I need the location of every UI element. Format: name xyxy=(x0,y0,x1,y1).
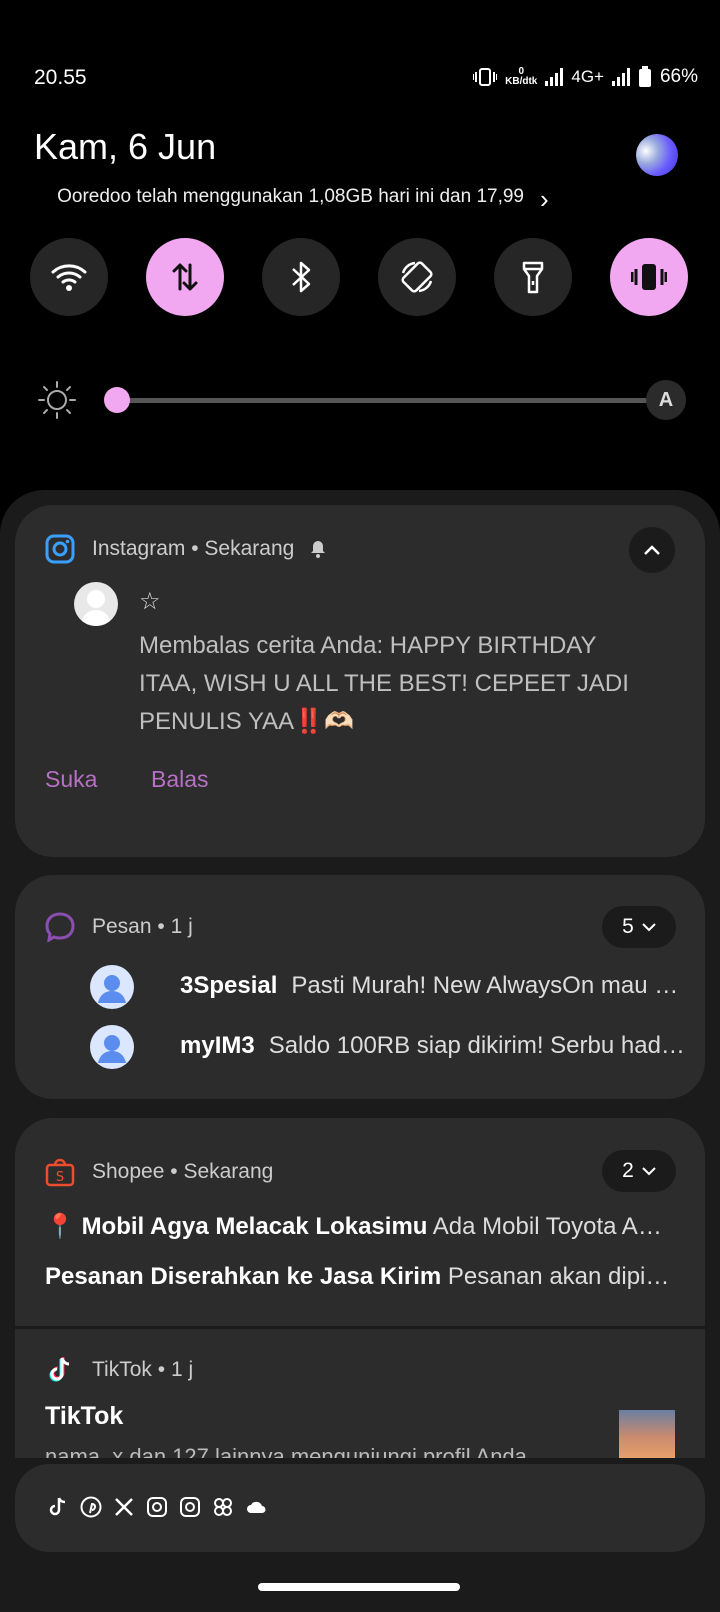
battery-percent: 66% xyxy=(659,66,698,87)
sender-name: 3Spesial xyxy=(180,972,278,999)
brightness-slider-thumb[interactable] xyxy=(103,387,130,413)
network-type: 4G+ xyxy=(571,67,604,86)
notification-count-button[interactable]: 2 xyxy=(602,1150,676,1192)
rotate-icon xyxy=(401,261,433,293)
bixby-orb-icon[interactable] xyxy=(629,127,685,183)
shopee-bag-icon: S xyxy=(45,1158,75,1187)
app-icon-row xyxy=(47,1496,267,1518)
auto-brightness-button[interactable]: A xyxy=(646,380,686,420)
app-name: Pesan xyxy=(92,915,152,938)
pin-icon: 📍 xyxy=(45,1213,75,1240)
chevron-right-icon[interactable]: › xyxy=(540,184,549,215)
notification-count: 5 xyxy=(622,915,634,938)
shopee-header: Shopee • Sekarang xyxy=(92,1160,274,1183)
sender-name: myIM3 xyxy=(180,1032,255,1059)
notification-count: 2 xyxy=(622,1159,634,1182)
list-item[interactable]: myIM3 Saldo 100RB siap dikirim! Serbu had… xyxy=(180,1032,685,1060)
message-preview: Pasti Murah! New AlwaysOn mau kuota besa… xyxy=(291,972,685,999)
auto-rotate-toggle[interactable] xyxy=(378,238,456,316)
chevron-down-icon xyxy=(642,1167,656,1176)
chevron-up-icon xyxy=(644,545,660,555)
alert-bell-icon xyxy=(311,541,326,559)
avatar xyxy=(90,965,134,1009)
net-speed: 0 KB/dtk xyxy=(505,66,538,87)
reply-button[interactable]: Balas xyxy=(151,766,209,793)
divider xyxy=(15,1326,705,1329)
avatar xyxy=(90,1025,134,1069)
instagram-icon xyxy=(45,534,75,564)
notification-text: nama_x dan 127 lainnya mengunjungi profi… xyxy=(45,1444,527,1458)
bluetooth-toggle[interactable] xyxy=(262,238,340,316)
tiktok-notification[interactable]: TikTok • 1 j TikTok nama_x dan 127 lainn… xyxy=(15,1330,705,1458)
collapse-button[interactable] xyxy=(629,527,675,573)
brightness-control: A xyxy=(38,379,688,423)
app-name: TikTok xyxy=(92,1358,152,1381)
pinterest-icon xyxy=(80,1496,102,1518)
pinwheel-icon xyxy=(214,1498,232,1516)
message-preview: Saldo 100RB siap dikirim! Serbu hadiahny… xyxy=(268,1032,685,1059)
chevron-down-icon xyxy=(642,923,656,932)
sender-name: ☆ xyxy=(139,588,161,615)
home-indicator[interactable] xyxy=(258,1583,460,1591)
instagram-icon xyxy=(147,1497,167,1517)
brightness-sun-icon xyxy=(38,381,76,419)
mobile-data-toggle[interactable] xyxy=(146,238,224,316)
instagram-notification[interactable]: Instagram • Sekarang ☆ Membalas cerita A… xyxy=(15,505,705,857)
wifi-icon xyxy=(51,264,87,291)
tiktok-icon xyxy=(49,1357,70,1382)
messages-notification[interactable]: Pesan • 1 j 5 3Spesial Pasti Murah! New A… xyxy=(15,875,705,1099)
notification-time: 1 j xyxy=(170,915,193,938)
shopee-notification[interactable]: S Shopee • Sekarang 2 📍 Mobil Agya Melac… xyxy=(15,1118,705,1328)
messages-icon xyxy=(45,912,75,942)
notification-time: Sekarang xyxy=(204,537,295,560)
flashlight-icon xyxy=(522,261,544,294)
x-icon xyxy=(115,1498,133,1516)
svg-text:S: S xyxy=(56,1170,64,1185)
brightness-slider[interactable] xyxy=(106,398,650,403)
notification-time: Sekarang xyxy=(183,1160,274,1183)
notification-text: Pesanan akan dipindai di gudang xyxy=(447,1263,670,1290)
status-icons: 0 KB/dtk 4G+ 66% xyxy=(473,66,698,88)
signal-icon xyxy=(545,68,564,86)
data-usage-text[interactable]: Ooredoo telah menggunakan 1,08GB hari in… xyxy=(34,186,524,208)
instagram-header: Instagram • Sekarang xyxy=(92,537,328,561)
notification-time: 1 j xyxy=(170,1358,194,1381)
messages-header: Pesan • 1 j xyxy=(92,915,193,938)
status-time: 20.55 xyxy=(34,66,87,89)
instagram-icon xyxy=(180,1497,200,1517)
tiktok-header: TikTok • 1 j xyxy=(92,1358,194,1381)
vibrate-status-icon xyxy=(473,68,498,86)
wifi-toggle[interactable] xyxy=(30,238,108,316)
list-item[interactable]: 📍 Mobil Agya Melacak Lokasimu Ada Mobil … xyxy=(45,1212,670,1241)
cloud-icon xyxy=(247,1501,266,1513)
date: Kam, 6 Jun xyxy=(34,126,217,167)
notification-thumbnail xyxy=(619,1410,675,1458)
app-name: Shopee xyxy=(92,1160,165,1183)
app-name: Instagram xyxy=(92,537,186,560)
notification-text: Ada Mobil Toyota Agya menunggumu xyxy=(432,1213,670,1240)
list-item[interactable]: 3Spesial Pasti Murah! New AlwaysOn mau ku… xyxy=(180,972,685,1000)
bluetooth-icon xyxy=(292,261,311,293)
like-button[interactable]: Suka xyxy=(45,766,97,793)
notification-title: Mobil Agya Melacak Lokasimu xyxy=(81,1213,428,1240)
default-avatar-icon xyxy=(80,590,112,626)
notification-title: Pesanan Diserahkan ke Jasa Kirim xyxy=(45,1263,442,1290)
quick-settings xyxy=(30,238,688,316)
notification-count-button[interactable]: 5 xyxy=(602,906,676,948)
battery-icon xyxy=(638,66,651,87)
vibrate-toggle[interactable] xyxy=(610,238,688,316)
tiktok-icon xyxy=(49,1497,66,1516)
notification-title: TikTok xyxy=(45,1402,124,1430)
message-text: Membalas cerita Anda: HAPPY BIRTHDAY ITA… xyxy=(139,632,629,735)
minimized-notifications-bar[interactable] xyxy=(15,1464,705,1552)
flashlight-toggle[interactable] xyxy=(494,238,572,316)
data-transfer-icon xyxy=(172,263,198,291)
signal-icon-2 xyxy=(611,68,630,86)
list-item[interactable]: Pesanan Diserahkan ke Jasa Kirim Pesanan… xyxy=(45,1263,670,1291)
contact-avatar-icon xyxy=(98,1035,126,1063)
contact-avatar-icon xyxy=(98,975,126,1003)
avatar xyxy=(74,582,118,626)
vibrate-icon xyxy=(631,264,667,290)
